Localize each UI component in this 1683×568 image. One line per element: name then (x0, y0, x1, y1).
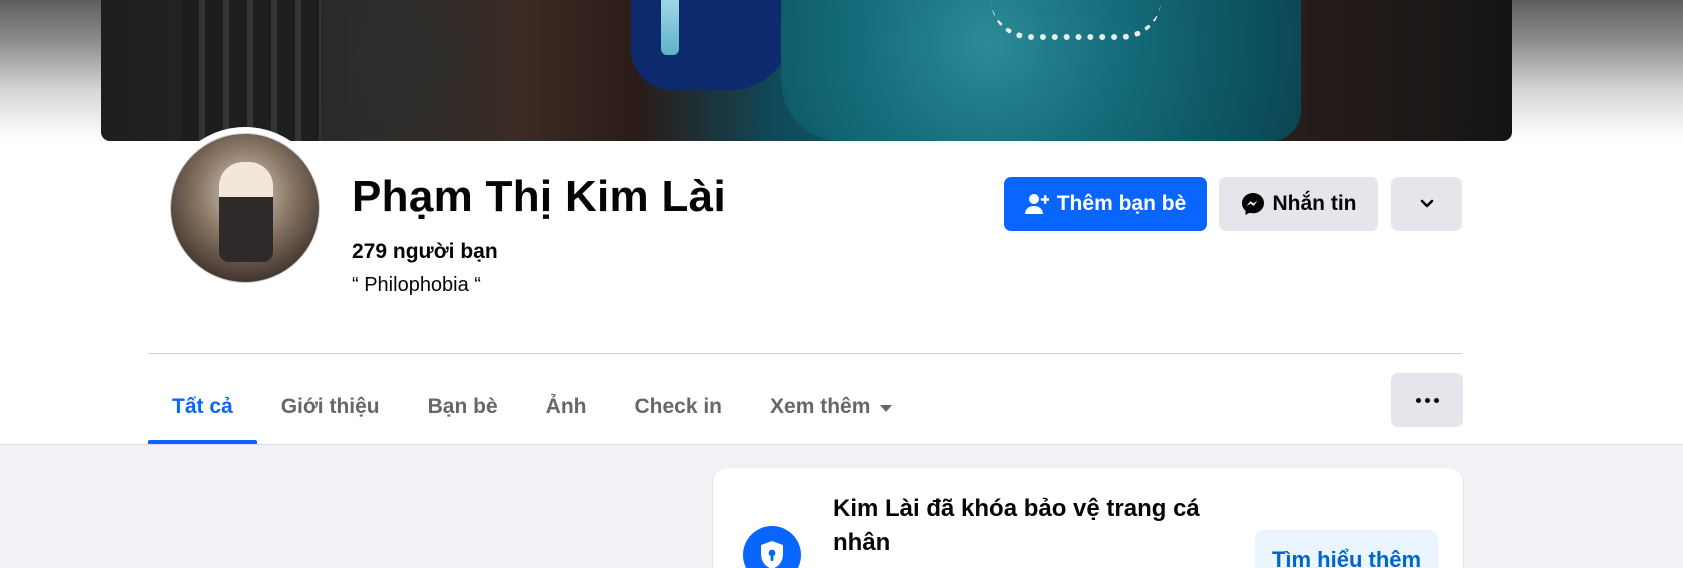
tab-label: Xem thêm (770, 395, 871, 418)
tab-check-in[interactable]: Check in (610, 370, 746, 444)
cover-sleeve-shape (631, 0, 791, 90)
chevron-down-icon (1420, 199, 1434, 209)
friend-count[interactable]: 279 người bạn (352, 240, 498, 264)
profile-more-button[interactable] (1391, 177, 1462, 231)
ellipsis-icon (1433, 397, 1439, 403)
tab-label: Check in (634, 395, 723, 418)
messenger-icon (1241, 192, 1265, 216)
profile-bio: “ Philophobia “ (352, 274, 481, 296)
message-button[interactable]: Nhắn tin (1219, 177, 1378, 231)
cover-window-pattern (181, 0, 321, 141)
locked-profile-card: Kim Lài đã khóa bảo vệ trang cá nhân Tìm… (713, 468, 1463, 568)
header-divider (148, 353, 1462, 354)
add-friend-label: Thêm bạn bè (1056, 192, 1187, 215)
tab-label: Tất cả (172, 395, 233, 418)
tab-label: Bạn bè (427, 395, 498, 418)
cover-photo[interactable] (101, 0, 1512, 141)
add-friend-button[interactable]: Thêm bạn bè (1004, 177, 1207, 231)
tab-label: Ảnh (545, 395, 587, 418)
learn-more-button[interactable]: Tìm hiểu thêm (1255, 530, 1438, 568)
profile-name: Phạm Thị Kim Lài (352, 172, 726, 221)
ellipsis-icon (1424, 397, 1430, 403)
tab-all[interactable]: Tất cả (148, 370, 257, 444)
caret-down-icon (880, 404, 893, 412)
tab-label: Giới thiệu (280, 395, 380, 418)
avatar[interactable] (170, 133, 320, 283)
ellipsis-icon (1415, 397, 1421, 403)
avatar-figure (219, 162, 273, 262)
shield-lock-icon (743, 526, 801, 568)
cover-tassel-shape (661, 0, 679, 55)
locked-profile-title: Kim Lài đã khóa bảo vệ trang cá nhân (833, 495, 1200, 556)
person-plus-icon (1024, 193, 1049, 215)
message-label: Nhắn tin (1272, 192, 1357, 215)
tab-friends[interactable]: Bạn bè (404, 370, 522, 444)
tab-see-more[interactable]: Xem thêm (746, 370, 916, 444)
tabs-ellipsis-button[interactable] (1391, 373, 1463, 427)
profile-tabs: Tất cả Giới thiệu Bạn bè Ảnh Check in Xe… (148, 370, 916, 444)
cover-pearls-shape (991, 0, 1161, 40)
tab-about[interactable]: Giới thiệu (257, 370, 404, 444)
tab-photos[interactable]: Ảnh (522, 370, 611, 444)
